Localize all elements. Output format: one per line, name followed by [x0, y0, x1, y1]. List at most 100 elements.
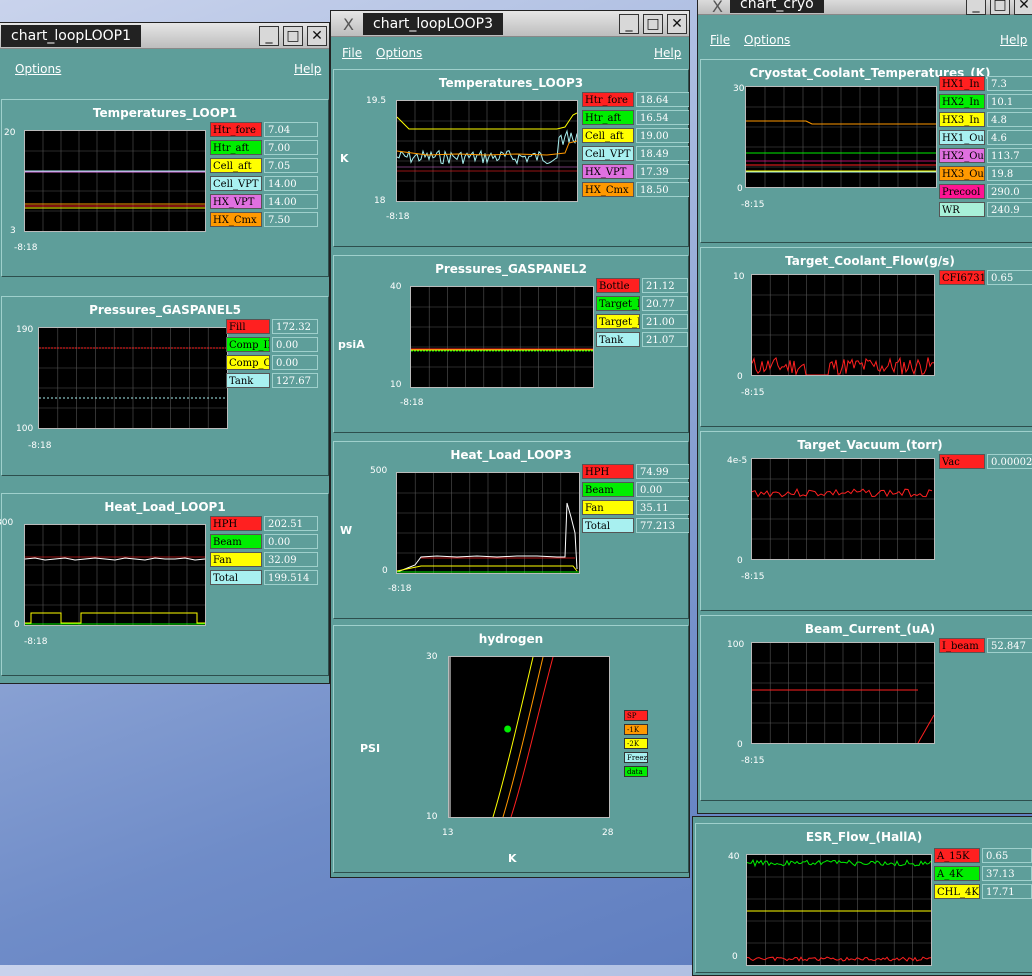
close-button[interactable]: ✕ — [667, 14, 687, 34]
panel-title: Heat_Load_LOOP3 — [450, 448, 572, 462]
y-min: 0 — [732, 952, 738, 962]
window-loop3: X chart_loopLOOP3 _ □ ✕ File Options Hel… — [330, 10, 690, 878]
panel-pressures-gaspanel2: Pressures_GASPANEL2 40 10 psiA -8:18 Bot… — [333, 255, 689, 433]
titlebar-loop3[interactable]: X chart_loopLOOP3 _ □ ✕ — [331, 11, 689, 37]
series-i-beam-drop — [917, 714, 934, 743]
legend-label: Htr_aft — [210, 140, 262, 155]
plot-svg — [746, 87, 936, 187]
grid — [25, 525, 205, 625]
titlebar-loop1[interactable]: chart_loopLOOP1 _ □ ✕ — [0, 23, 329, 49]
menu-help[interactable]: Help — [294, 62, 321, 76]
window-title: chart_loopLOOP3 — [363, 13, 503, 35]
window-title: chart_cryo — [730, 0, 824, 13]
legend-value: 0.65 — [982, 848, 1032, 863]
legend-label: CHL_4K — [934, 884, 980, 899]
legend-value: 16.54 — [636, 110, 689, 125]
series-minus-1k — [502, 657, 544, 817]
x-min: 13 — [442, 828, 454, 838]
menubar: Options Help — [0, 49, 329, 79]
panel-title: Pressures_GASPANEL2 — [435, 262, 587, 276]
panel-title: Target_Vacuum_(torr) — [797, 438, 943, 452]
y-max: 19.5 — [366, 96, 387, 106]
legend-label: Tank — [596, 332, 640, 347]
window-title: chart_loopLOOP1 — [1, 25, 141, 47]
x-label: -8:18 — [24, 637, 48, 647]
legend-label: -1K — [624, 724, 648, 735]
y-max: 30 — [733, 84, 745, 94]
legend-label: CFI6731A — [939, 270, 985, 285]
minimize-button[interactable]: _ — [619, 14, 639, 34]
x-label: -8:18 — [386, 212, 410, 222]
legend-label: HX2_In — [939, 94, 985, 109]
maximize-button[interactable]: □ — [990, 0, 1010, 15]
y-min: 10 — [390, 380, 402, 390]
panel-title: Beam_Current_(uA) — [804, 622, 936, 636]
x-label: -8:18 — [388, 584, 412, 594]
menu-help[interactable]: Help — [654, 46, 681, 60]
minimize-button[interactable]: _ — [966, 0, 986, 15]
close-button[interactable]: ✕ — [307, 26, 327, 46]
menu-file[interactable]: File — [710, 33, 730, 47]
menu-options[interactable]: Options — [744, 33, 790, 47]
plot-svg — [411, 287, 593, 387]
plot-svg — [397, 101, 577, 201]
menu-file[interactable]: File — [342, 46, 362, 60]
legend-label: Comp_OUT — [226, 355, 270, 370]
maximize-button[interactable]: □ — [283, 26, 303, 46]
legend-value: 10.1 — [987, 94, 1032, 109]
legend-value: 52.847 — [987, 638, 1032, 653]
titlebar-cryo[interactable]: X chart_cryo _ □ ✕ — [698, 0, 1032, 16]
legend-value: 240.9 — [987, 202, 1032, 217]
legend-label: Beam — [582, 482, 634, 497]
legend-value: 0.00 — [636, 482, 689, 497]
legend-label: HX2_Out — [939, 148, 985, 163]
legend-value: 37.13 — [982, 866, 1032, 881]
y-max: 40 — [728, 852, 740, 862]
plot-esr-flow — [746, 854, 932, 966]
legend-value: 202.51 — [264, 516, 318, 531]
legend-label: Cell_VPT — [210, 176, 262, 191]
legend-label: Fill — [226, 319, 270, 334]
plot-hydrogen — [448, 656, 610, 818]
menubar: File Options Help — [331, 37, 689, 67]
legend-label: data — [624, 766, 648, 777]
legend-value: 172.32 — [272, 319, 318, 334]
legend-value: 0.00 — [272, 355, 318, 370]
plot-svg — [397, 473, 579, 573]
menu-help[interactable]: Help — [1000, 33, 1027, 47]
y-axis-label: psiA — [338, 338, 365, 351]
legend-label: HPH — [210, 516, 262, 531]
panel-beam-current: Beam_Current_(uA) 100 0 -8:15 I_beam 52.8… — [700, 615, 1032, 801]
plot-svg — [752, 459, 934, 559]
panel-hydrogen: hydrogen 30 10 13 28 PSI K SP -1K -2K Freez… — [333, 625, 689, 873]
legend-value: 19.8 — [987, 166, 1032, 181]
legend-label: HX3_Out — [939, 166, 985, 181]
legend-label: Beam — [210, 534, 262, 549]
panel-temperatures-loop1: Temperatures_LOOP1 20 3 -8:18 Htr_fore 7.… — [1, 99, 329, 277]
legend-value: 290.0 — [987, 184, 1032, 199]
series-sp — [510, 657, 554, 817]
y-axis-label: W — [340, 524, 353, 537]
legend-label: HPH — [582, 464, 634, 479]
menu-options[interactable]: Options — [376, 46, 422, 60]
menu-options[interactable]: Options — [15, 62, 61, 76]
legend-value: 21.07 — [642, 332, 688, 347]
x-label: -8:15 — [741, 572, 765, 582]
legend-label: HX_VPT — [582, 164, 634, 179]
legend-label: Target_Fill — [596, 296, 640, 311]
legend-value: 4.6 — [987, 130, 1032, 145]
minimize-button[interactable]: _ — [259, 26, 279, 46]
y-min: 100 — [16, 424, 34, 434]
legend-label: Comp_IN — [226, 337, 270, 352]
grid — [747, 855, 931, 965]
maximize-button[interactable]: □ — [643, 14, 663, 34]
legend-value: 17.71 — [982, 884, 1032, 899]
legend-label: Cell_aft — [210, 158, 262, 173]
y-max: 4e-5 — [727, 456, 748, 466]
window-loop1: chart_loopLOOP1 _ □ ✕ Options Help Tempe… — [0, 22, 330, 684]
x-label: -8:18 — [14, 243, 38, 253]
panel-title: Target_Coolant_Flow(g/s) — [785, 254, 955, 268]
plot-svg — [449, 657, 554, 817]
plot-temperatures-loop1 — [24, 130, 206, 232]
close-button[interactable]: ✕ — [1014, 0, 1032, 15]
